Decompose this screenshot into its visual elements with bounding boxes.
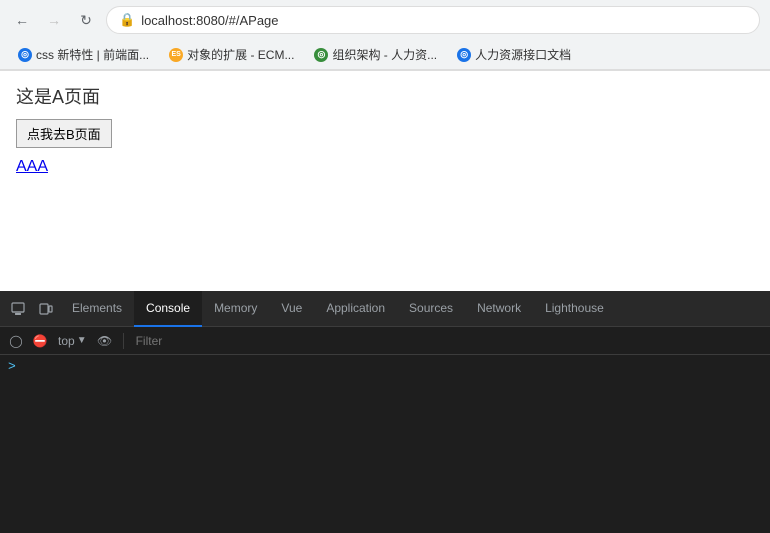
browser-chrome: ← → ↻ 🔒 localhost:8080/#/APage ◎ css 新特性… xyxy=(0,0,770,71)
tab-memory[interactable]: Memory xyxy=(202,291,269,327)
page-title: 这是A页面 xyxy=(16,83,754,109)
tab-application[interactable]: Application xyxy=(314,291,397,327)
eye-icon[interactable]: 👁 xyxy=(95,331,115,351)
address-bar[interactable]: 🔒 localhost:8080/#/APage xyxy=(106,6,760,34)
bookmark-hr-label: 人力资源接口文档 xyxy=(475,46,571,63)
lock-icon: 🔒 xyxy=(119,12,135,28)
bookmark-css-label: css 新特性 | 前端面... xyxy=(36,46,149,63)
chevron-down-icon: ▼ xyxy=(77,335,87,346)
toolbar-divider xyxy=(123,333,124,349)
tab-network[interactable]: Network xyxy=(465,291,533,327)
console-prompt: > xyxy=(8,359,762,374)
tab-vue[interactable]: Vue xyxy=(269,291,314,327)
bookmark-org-label: 组织架构 - 人力资... xyxy=(332,46,437,63)
url-text: localhost:8080/#/APage xyxy=(141,13,278,28)
clear-console-icon[interactable]: ◯ xyxy=(6,331,26,351)
bookmark-es-icon: ES xyxy=(169,48,183,62)
bookmark-es[interactable]: ES 对象的扩展 - ECM... xyxy=(161,44,302,65)
console-filter-input[interactable] xyxy=(132,332,764,350)
bookmark-css[interactable]: ◎ css 新特性 | 前端面... xyxy=(10,44,157,65)
devtools-panel: Elements Console Memory Vue Application … xyxy=(0,291,770,533)
nav-bar: ← → ↻ 🔒 localhost:8080/#/APage xyxy=(0,0,770,40)
tab-console[interactable]: Console xyxy=(134,291,202,327)
devtools-tabbar: Elements Console Memory Vue Application … xyxy=(0,291,770,327)
console-area: > xyxy=(0,355,770,533)
bookmark-es-label: 对象的扩展 - ECM... xyxy=(187,46,294,63)
context-select[interactable]: top ▼ xyxy=(54,332,91,350)
console-arrow: > xyxy=(8,359,16,374)
reload-button[interactable]: ↻ xyxy=(74,8,98,32)
bookmark-org[interactable]: ◎ 组织架构 - 人力资... xyxy=(306,44,445,65)
bookmark-org-icon: ◎ xyxy=(314,48,328,62)
forward-button[interactable]: → xyxy=(42,8,66,32)
goto-b-button[interactable]: 点我去B页面 xyxy=(16,119,112,148)
bookmarks-bar: ◎ css 新特性 | 前端面... ES 对象的扩展 - ECM... ◎ 组… xyxy=(0,40,770,70)
bookmark-hr[interactable]: ◎ 人力资源接口文档 xyxy=(449,44,579,65)
aaa-link[interactable]: AAA xyxy=(16,158,754,176)
tab-elements[interactable]: Elements xyxy=(60,291,134,327)
tab-sources[interactable]: Sources xyxy=(397,291,465,327)
page-content: 这是A页面 点我去B页面 AAA xyxy=(0,71,770,291)
back-button[interactable]: ← xyxy=(10,8,34,32)
no-entry-icon[interactable]: ⛔ xyxy=(30,331,50,351)
bookmark-css-icon: ◎ xyxy=(18,48,32,62)
devtools-toolbar: ◯ ⛔ top ▼ 👁 xyxy=(0,327,770,355)
tab-lighthouse[interactable]: Lighthouse xyxy=(533,291,616,327)
bookmark-hr-icon: ◎ xyxy=(457,48,471,62)
devtools-inspect-icon[interactable] xyxy=(4,295,32,323)
devtools-responsive-icon[interactable] xyxy=(32,295,60,323)
